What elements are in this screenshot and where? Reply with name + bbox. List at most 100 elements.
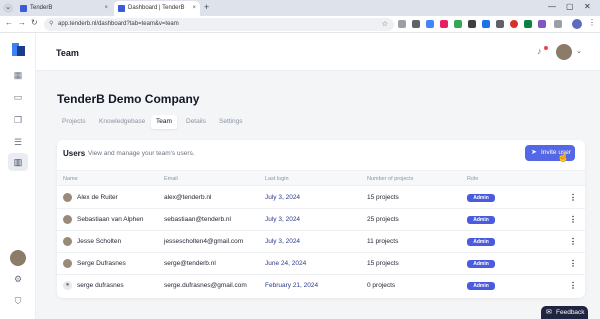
role-badge: Admin [467, 216, 495, 224]
column-header: Number of projects [367, 176, 414, 182]
user-avatar [63, 259, 72, 268]
reload-icon[interactable]: ↻ [31, 18, 38, 27]
user-email: sebastiaan@tenderb.nl [164, 216, 231, 223]
table-row[interactable]: Sebastiaan van Alphen sebastiaan@tenderb… [57, 209, 585, 231]
tab-settings[interactable]: Settings [214, 115, 248, 129]
user-last-login: June 24, 2024 [265, 260, 307, 267]
tab-details[interactable]: Details [181, 115, 211, 129]
address-bar[interactable]: ⚲ app.tenderb.nl/dashboard?tab=team&v=te… [44, 18, 394, 31]
feedback-chat-icon: ✉ [546, 309, 552, 316]
extension-icon[interactable] [496, 20, 504, 28]
extensions-puzzle-icon[interactable] [554, 20, 562, 28]
user-project-count: 0 projects [367, 282, 396, 289]
forward-arrow-icon[interactable]: → [18, 18, 26, 27]
company-icon[interactable]: ▥ [8, 153, 28, 171]
user-project-count: 15 projects [367, 194, 399, 201]
column-header: Name [63, 176, 78, 182]
settings-gear-icon[interactable]: ⚙ [13, 274, 23, 284]
browser-tab-label: Dashboard | TenderB [128, 5, 185, 11]
company-title: TenderB Demo Company [57, 92, 200, 106]
extension-icon[interactable] [412, 20, 420, 28]
users-title: Users [63, 149, 86, 158]
user-name: Jesse Scholten [77, 238, 122, 245]
folders-icon[interactable]: ❐ [13, 115, 23, 125]
browser-menu-icon[interactable]: ⋮ [588, 18, 596, 27]
dashboard-grid-icon[interactable]: ▦ [13, 70, 23, 80]
shield-icon[interactable]: ⛉ [13, 296, 23, 306]
user-project-count: 11 projects [367, 238, 399, 245]
user-name: Serge Dufrasnes [77, 260, 126, 267]
browser-tab-tenderb[interactable]: TenderB × [16, 1, 112, 16]
send-plane-icon: ➤ [531, 149, 537, 156]
bookmark-star-icon[interactable]: ☆ [382, 18, 388, 31]
extension-icon[interactable] [454, 20, 462, 28]
user-last-login: July 3, 2024 [265, 238, 301, 245]
column-header: Last login [265, 176, 289, 182]
users-card: Users View and manage your team's users.… [57, 140, 585, 298]
close-tab-icon[interactable]: × [192, 1, 196, 16]
sidebar-user-avatar[interactable] [10, 250, 26, 266]
extension-icon[interactable] [440, 20, 448, 28]
feedback-button[interactable]: ✉ Feedback [541, 306, 588, 319]
tab-knowledgebase[interactable]: Knowledgebase [94, 115, 150, 129]
close-window-icon[interactable]: ✕ [584, 2, 591, 11]
page-title: Team [56, 48, 79, 58]
feedback-label: Feedback [556, 309, 585, 316]
user-name: Alex de Ruiter [77, 194, 118, 201]
notification-bell-icon[interactable]: ♪ [537, 46, 542, 56]
extension-icon[interactable] [482, 20, 490, 28]
site-info-icon[interactable]: ⚲ [49, 18, 53, 31]
chat-icon[interactable]: ▭ [13, 92, 23, 102]
row-actions-icon[interactable]: ⋮ [569, 231, 577, 253]
row-actions-icon[interactable]: ⋮ [569, 209, 577, 231]
column-header: Role [467, 176, 479, 182]
user-project-count: 15 projects [367, 260, 399, 267]
browser-tab-dashboard[interactable]: Dashboard | TenderB × [114, 1, 200, 16]
tab-projects[interactable]: Projects [57, 115, 90, 129]
user-name: Sebastiaan van Alphen [77, 216, 144, 223]
row-actions-icon[interactable]: ⋮ [569, 253, 577, 275]
column-header: Email [164, 176, 178, 182]
role-badge: Admin [467, 282, 495, 290]
app-sidebar: ▦ ▭ ❐ ☰ ▥ ⚙ ⛉ [0, 33, 36, 319]
extension-icon[interactable] [468, 20, 476, 28]
row-actions-icon[interactable]: ⋮ [569, 275, 577, 297]
tab-team[interactable]: Team [151, 115, 177, 129]
extension-icon[interactable] [398, 20, 406, 28]
extension-icon[interactable] [538, 20, 546, 28]
table-row[interactable]: Serge Dufrasnes serge@tenderb.nl June 24… [57, 253, 585, 275]
close-tab-icon[interactable]: × [104, 1, 108, 16]
minimize-icon[interactable]: — [548, 2, 556, 11]
back-arrow-icon[interactable]: ← [5, 18, 13, 27]
user-avatar [63, 237, 72, 246]
user-placeholder-icon: ● [63, 281, 72, 290]
profile-avatar[interactable] [572, 19, 582, 29]
user-avatar [63, 193, 72, 202]
table-row[interactable]: Alex de Ruiter alex@tenderb.nl July 3, 2… [57, 187, 585, 209]
table-row[interactable]: Jesse Scholten jessescholten4@gmail.com … [57, 231, 585, 253]
user-email: alex@tenderb.nl [164, 194, 212, 201]
role-badge: Admin [467, 238, 495, 246]
table-row[interactable]: ● serge dufrasnes serge.dufrasnes@gmail.… [57, 275, 585, 297]
row-actions-icon[interactable]: ⋮ [569, 187, 577, 209]
user-name: serge dufrasnes [77, 282, 124, 289]
extension-icon[interactable] [426, 20, 434, 28]
maximize-icon[interactable]: ▢ [566, 2, 574, 11]
tab-search-icon[interactable]: ⌄ [3, 3, 13, 13]
extension-icon[interactable] [510, 20, 518, 28]
browser-toolbar: ← → ↻ ⚲ app.tenderb.nl/dashboard?tab=tea… [0, 16, 600, 33]
documents-icon[interactable]: ☰ [13, 137, 23, 147]
browser-tabstrip: ⌄ TenderB × Dashboard | TenderB × + — ▢ … [0, 0, 600, 16]
browser-tab-label: TenderB [30, 5, 53, 11]
user-email: jessescholten4@gmail.com [164, 238, 244, 245]
extension-icon[interactable] [524, 20, 532, 28]
chevron-down-icon[interactable]: ⌄ [576, 47, 582, 55]
user-last-login: July 3, 2024 [265, 216, 301, 223]
role-badge: Admin [467, 194, 495, 202]
user-avatar [63, 215, 72, 224]
user-email: serge.dufrasnes@gmail.com [164, 282, 247, 289]
new-tab-button[interactable]: + [204, 2, 209, 12]
header-user-avatar[interactable] [556, 44, 572, 60]
users-description: View and manage your team's users. [88, 150, 195, 157]
tenderb-logo[interactable] [12, 43, 25, 56]
